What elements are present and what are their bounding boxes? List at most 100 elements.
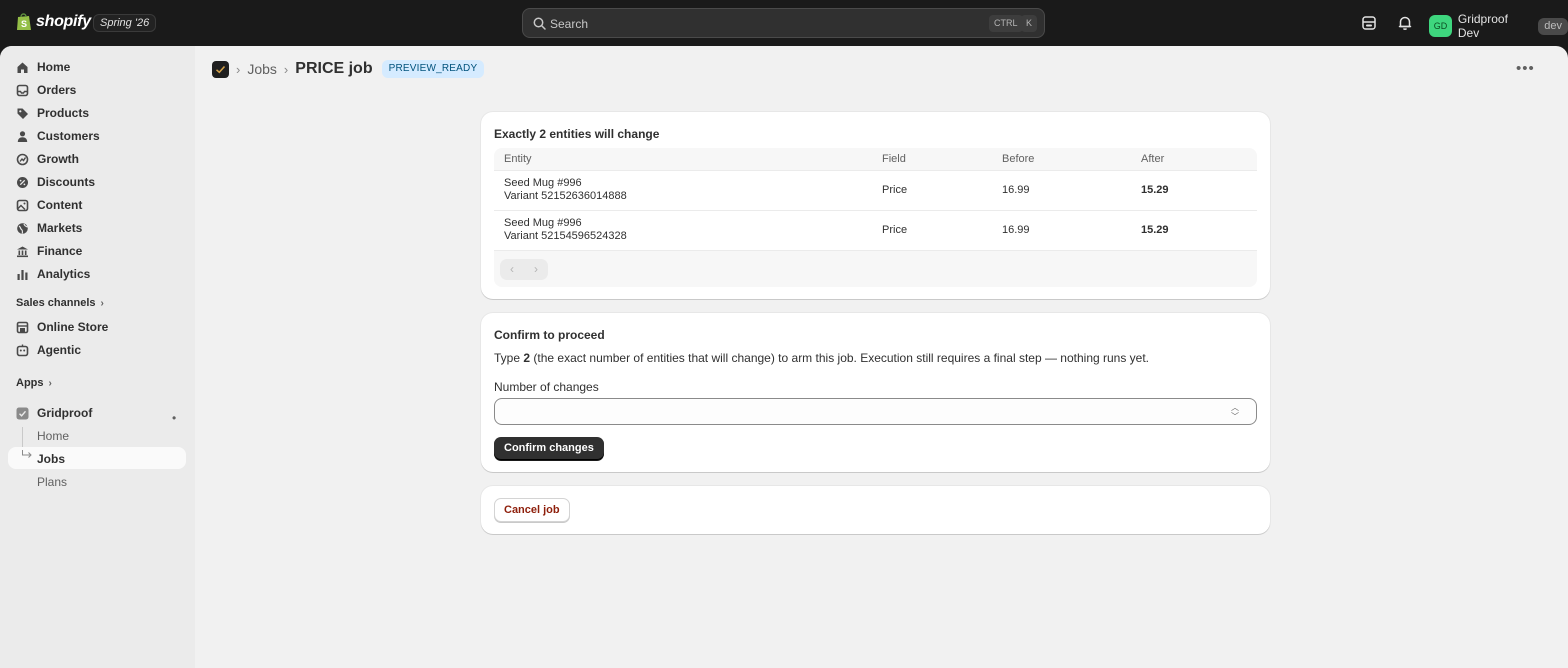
previous-page-button[interactable]: ‹ [500,259,524,280]
sidebar-item-label: Gridproof [37,406,93,420]
column-header-before: Before [1002,153,1035,165]
agentic-icon [16,344,29,356]
discount-icon [17,176,28,188]
changes-card: Exactly 2 entities will change Entity Fi… [481,112,1270,299]
gridproof-app-icon[interactable] [212,60,229,78]
sidebar-item-finance[interactable]: Finance [16,240,82,262]
bank-icon [17,246,28,257]
shortcut-k-key: K [1021,15,1038,32]
sidebar-item-markets[interactable]: Markets [16,217,82,239]
sidebar-item-products[interactable]: Products [16,102,89,124]
top-bar: S shopify Spring '26 Search CTRL K GD Gr… [0,0,1568,46]
sales-channels-label: Sales channels [16,297,96,309]
sidebar-item-customers[interactable]: Customers [16,125,100,147]
sidebar-item-label: Orders [37,83,77,97]
shopify-logo[interactable]: S shopify [16,12,91,31]
chevron-right-icon: › [100,297,104,309]
sidebar-subitem-jobs[interactable]: Jobs [37,449,65,469]
pagination: ‹ › [500,259,548,280]
sidebar-item-label: Customers [37,129,100,143]
sidebar-item-gridproof[interactable]: Gridproof [16,402,92,424]
globe-icon [17,222,28,234]
changes-title: Exactly 2 entities will change [494,127,660,141]
gridproof-app-icon [16,407,29,419]
number-of-changes-input[interactable] [494,398,1257,425]
edition-badge[interactable]: Spring '26 [93,14,157,32]
store-icon [16,321,29,333]
breadcrumb-jobs-link[interactable]: Jobs [247,61,277,77]
sidebar-item-orders[interactable]: Orders [16,79,76,101]
variant-id: Variant 52154596524328 [504,230,627,242]
user-name: Gridproof Dev [1457,12,1508,40]
entity-name: Seed Mug #996 [504,217,582,229]
after-cell: 15.29 [1141,184,1169,196]
table-footer: ‹ › [494,250,1257,287]
changes-table: Entity Field Before After Seed Mug #996 … [494,148,1257,287]
next-page-button[interactable]: › [524,259,548,280]
logo-text: shopify [36,12,91,30]
after-cell: 15.29 [1141,224,1169,236]
sidebar-item-label: Finance [37,244,83,258]
sidebar-item-label: Agentic [37,343,82,357]
confirm-card: Confirm to proceed Type 2 (the exact num… [481,313,1270,472]
sidebar-item-label: Analytics [37,267,91,281]
variant-id: Variant 52152636014888 [504,190,627,202]
breadcrumb-separator-icon: › [236,61,241,77]
chevron-down-icon[interactable]: ﹀ [1231,412,1239,421]
more-actions-icon[interactable]: ••• [1516,60,1535,77]
avatar: GD [1429,15,1452,37]
user-menu[interactable]: GD Gridproof Dev dev [1429,12,1568,40]
search-bar[interactable]: Search CTRL K [522,8,1045,38]
sidebar-item-growth[interactable]: Growth [16,148,79,170]
cancel-job-button[interactable]: Cancel job [494,498,570,522]
sidebar-item-label: Content [37,198,83,212]
sidebar-subitem-plans[interactable]: Plans [37,472,67,492]
table-header: Entity Field Before After [494,148,1257,170]
sidebar-item-content[interactable]: Content [16,194,82,216]
sidebar-item-home[interactable]: Home [16,56,70,78]
search-icon [533,17,546,30]
sidebar-item-label: Products [37,106,90,120]
entity-cell: Seed Mug #996 Variant 52154596524328 [504,217,627,243]
dev-badge: dev [1538,17,1568,35]
desc-suffix: (the exact number of entities that will … [530,351,1150,365]
confirm-title: Confirm to proceed [494,328,605,342]
sales-channels-header[interactable]: Sales channels › [16,297,104,309]
entity-cell: Seed Mug #996 Variant 52152636014888 [504,177,627,203]
shortcut-ctrl-key: CTRL [989,15,1023,32]
shopify-bag-icon: S [17,13,31,30]
column-header-entity: Entity [504,153,532,165]
sidebar-item-online-store[interactable]: Online Store [16,316,108,338]
status-badge: PREVIEW_READY [381,60,485,78]
tag-icon [17,108,28,119]
breadcrumb-separator-icon: › [283,61,289,77]
apps-header[interactable]: Apps › [16,377,52,389]
table-row: Seed Mug #996 Variant 52154596524328 Pri… [494,210,1257,250]
tree-arrow-icon [22,450,32,458]
breadcrumb: › Jobs › PRICE job PREVIEW_READY [212,60,485,78]
app-pin-dot[interactable]: • [172,411,176,425]
svg-text:S: S [21,19,27,29]
store-switcher-icon[interactable] [1360,14,1378,32]
sidebar: Home Orders Products Customers Growth Di… [0,46,195,668]
sidebar-item-label: Markets [37,221,83,235]
checkmark-icon [215,65,226,73]
confirm-changes-button[interactable]: Confirm changes [494,437,604,460]
page-title: PRICE job [295,60,373,77]
desc-prefix: Type [494,351,524,365]
table-row: Seed Mug #996 Variant 52152636014888 Pri… [494,170,1257,210]
sidebar-item-analytics[interactable]: Analytics [16,263,90,285]
chevron-up-icon[interactable]: ︿ [1231,403,1239,412]
sidebar-item-label: Discounts [37,175,96,189]
person-icon [17,130,28,142]
sidebar-item-agentic[interactable]: Agentic [16,339,81,361]
chevron-right-icon: › [48,377,52,389]
field-cell: Price [882,184,908,196]
sidebar-item-discounts[interactable]: Discounts [16,171,95,193]
sidebar-item-label: Growth [37,152,79,166]
app-shell: Home Orders Products Customers Growth Di… [0,46,1568,668]
sidebar-subitem-home[interactable]: Home [37,426,69,446]
quantity-stepper[interactable]: ︿ ﹀ [1226,401,1244,422]
bell-icon[interactable] [1396,14,1414,32]
home-icon [17,62,28,73]
